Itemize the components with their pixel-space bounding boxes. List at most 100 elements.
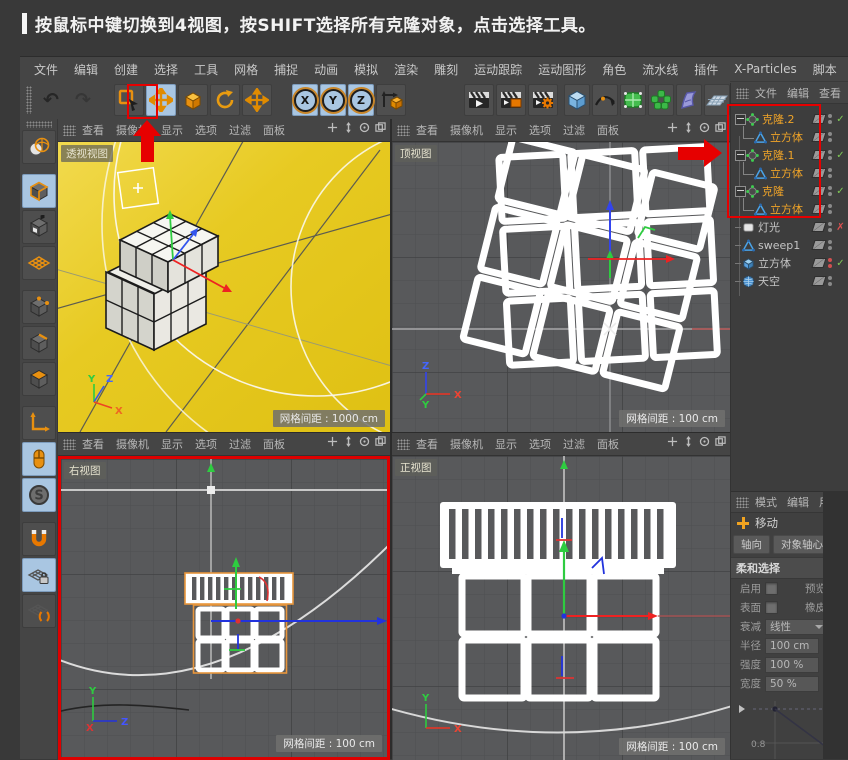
layer-patch[interactable] bbox=[811, 150, 826, 160]
menu-animate[interactable]: 动画 bbox=[306, 61, 346, 78]
rotate-view-icon[interactable] bbox=[359, 436, 370, 447]
collapse-icon[interactable] bbox=[735, 114, 746, 125]
viewport-handle[interactable] bbox=[397, 125, 410, 136]
visibility-dots[interactable] bbox=[828, 186, 832, 196]
falloff-dropdown[interactable]: 线性 bbox=[765, 619, 827, 635]
coordinate-system-button[interactable] bbox=[376, 84, 406, 116]
workplane-lock-button[interactable] bbox=[22, 558, 56, 592]
layer-patch[interactable] bbox=[811, 114, 826, 124]
menu-render[interactable]: 渲染 bbox=[386, 61, 426, 78]
collapse-icon[interactable] bbox=[735, 186, 746, 197]
texture-mode-button[interactable] bbox=[22, 210, 56, 244]
visibility-dots[interactable] bbox=[828, 222, 832, 232]
vp-menu-view[interactable]: 查看 bbox=[416, 122, 438, 138]
menu-mograph[interactable]: 运动图形 bbox=[530, 61, 594, 78]
subdivision-surface-button[interactable] bbox=[620, 84, 646, 116]
visibility-dots[interactable] bbox=[828, 240, 832, 250]
visibility-dots[interactable] bbox=[828, 168, 832, 178]
menu-snap[interactable]: 捕捉 bbox=[266, 61, 306, 78]
om-menu-file[interactable]: 文件 bbox=[755, 85, 777, 101]
vp-menu-options[interactable]: 选项 bbox=[529, 436, 551, 452]
workplane-align-button[interactable] bbox=[22, 594, 56, 628]
toggle-view-icon[interactable] bbox=[715, 122, 726, 133]
vp-menu-panel[interactable]: 面板 bbox=[597, 436, 619, 452]
layer-patch[interactable] bbox=[811, 132, 826, 142]
mograph-cloner-button[interactable] bbox=[648, 84, 674, 116]
panel-handle[interactable] bbox=[736, 88, 749, 99]
render-settings-button[interactable] bbox=[528, 84, 558, 116]
enabled-check-icon[interactable]: ✓ bbox=[835, 114, 846, 125]
toggle-view-icon[interactable] bbox=[715, 436, 726, 447]
vp-menu-camera[interactable]: 摄像机 bbox=[450, 122, 483, 138]
z-axis-lock-button[interactable]: Z bbox=[348, 84, 374, 116]
tree-item-cube-1[interactable]: 立方体 ✓ bbox=[731, 128, 848, 146]
vp-menu-view[interactable]: 查看 bbox=[82, 436, 104, 452]
width-field[interactable]: 50 % bbox=[765, 676, 819, 692]
menu-plugins[interactable]: 插件 bbox=[686, 61, 726, 78]
menu-pipeline[interactable]: 流水线 bbox=[634, 61, 686, 78]
magnet-snap-button[interactable] bbox=[22, 522, 56, 556]
pan-view-icon[interactable] bbox=[327, 436, 338, 447]
rotate-tool-button[interactable] bbox=[210, 84, 240, 116]
layer-patch[interactable] bbox=[811, 258, 826, 268]
menu-mesh[interactable]: 网格 bbox=[226, 61, 266, 78]
vp-menu-panel[interactable]: 面板 bbox=[597, 122, 619, 138]
vp-menu-filter[interactable]: 过滤 bbox=[229, 122, 251, 138]
enabled-check-icon[interactable]: ✓ bbox=[835, 186, 846, 197]
visibility-dots[interactable] bbox=[828, 114, 832, 124]
viewport-handle[interactable] bbox=[397, 439, 410, 450]
model-mode-button[interactable] bbox=[22, 174, 56, 208]
make-editable-button[interactable] bbox=[22, 130, 56, 164]
primitive-cube-button[interactable] bbox=[564, 84, 590, 116]
snap-settings-button[interactable]: S bbox=[22, 478, 56, 512]
tree-item-cube[interactable]: 立方体 ✓ bbox=[731, 254, 848, 272]
panel-handle[interactable] bbox=[736, 497, 749, 508]
redo-button[interactable]: ↷ bbox=[68, 84, 98, 116]
right-canvas[interactable]: Y Z X 右视图 网格间距 : 100 cm bbox=[58, 456, 390, 760]
visibility-dots[interactable] bbox=[828, 204, 832, 214]
rotate-view-icon[interactable] bbox=[699, 436, 710, 447]
enabled-check-icon[interactable]: ✓ bbox=[835, 258, 846, 269]
viewport-handle[interactable] bbox=[63, 439, 76, 450]
am-menu-edit[interactable]: 编辑 bbox=[787, 494, 809, 510]
tree-item-cube-2[interactable]: 立方体 ✓ bbox=[731, 164, 848, 182]
undo-button[interactable]: ↶ bbox=[36, 84, 66, 116]
zoom-view-icon[interactable] bbox=[683, 122, 694, 133]
vp-menu-panel[interactable]: 面板 bbox=[263, 122, 285, 138]
vp-menu-filter[interactable]: 过滤 bbox=[563, 436, 585, 452]
enable-checkbox[interactable] bbox=[765, 582, 778, 595]
vp-menu-options[interactable]: 选项 bbox=[529, 122, 551, 138]
vp-menu-options[interactable]: 选项 bbox=[195, 436, 217, 452]
menu-script[interactable]: 脚本 bbox=[805, 61, 845, 78]
zoom-view-icon[interactable] bbox=[343, 122, 354, 133]
vp-menu-panel[interactable]: 面板 bbox=[263, 436, 285, 452]
vp-menu-filter[interactable]: 过滤 bbox=[229, 436, 251, 452]
enabled-check-icon[interactable]: ✓ bbox=[835, 150, 846, 161]
tree-item-cube-3[interactable]: 立方体 ✓ bbox=[731, 200, 848, 218]
floor-button[interactable] bbox=[704, 84, 730, 116]
layer-patch[interactable] bbox=[811, 168, 826, 178]
zoom-view-icon[interactable] bbox=[683, 436, 694, 447]
visibility-dots[interactable] bbox=[828, 132, 832, 142]
toolbar-handle[interactable] bbox=[26, 86, 32, 114]
perspective-canvas[interactable]: Y Z X 透视视图 网格间距 : 1000 cm bbox=[58, 142, 390, 432]
top-canvas[interactable]: Z X Y 顶视图 网格间距 : 100 cm bbox=[392, 142, 730, 432]
last-tool-button[interactable] bbox=[242, 84, 272, 116]
vp-menu-view[interactable]: 查看 bbox=[416, 436, 438, 452]
radius-field[interactable]: 100 cm bbox=[765, 638, 819, 654]
menu-simulate[interactable]: 模拟 bbox=[346, 61, 386, 78]
vp-menu-camera[interactable]: 摄像机 bbox=[116, 436, 149, 452]
rotate-view-icon[interactable] bbox=[699, 122, 710, 133]
menu-tools[interactable]: 工具 bbox=[186, 61, 226, 78]
scale-tool-button[interactable] bbox=[178, 84, 208, 116]
strength-field[interactable]: 100 % bbox=[765, 657, 819, 673]
om-menu-edit[interactable]: 编辑 bbox=[787, 85, 809, 101]
vp-menu-display[interactable]: 显示 bbox=[495, 122, 517, 138]
vp-menu-display[interactable]: 显示 bbox=[161, 122, 183, 138]
vp-menu-display[interactable]: 显示 bbox=[495, 436, 517, 452]
visibility-dots[interactable] bbox=[828, 150, 832, 160]
disabled-cross-icon[interactable]: ✗ bbox=[835, 222, 846, 233]
viewport-solo-button[interactable] bbox=[22, 442, 56, 476]
toggle-view-icon[interactable] bbox=[375, 122, 386, 133]
points-mode-button[interactable] bbox=[22, 290, 56, 324]
